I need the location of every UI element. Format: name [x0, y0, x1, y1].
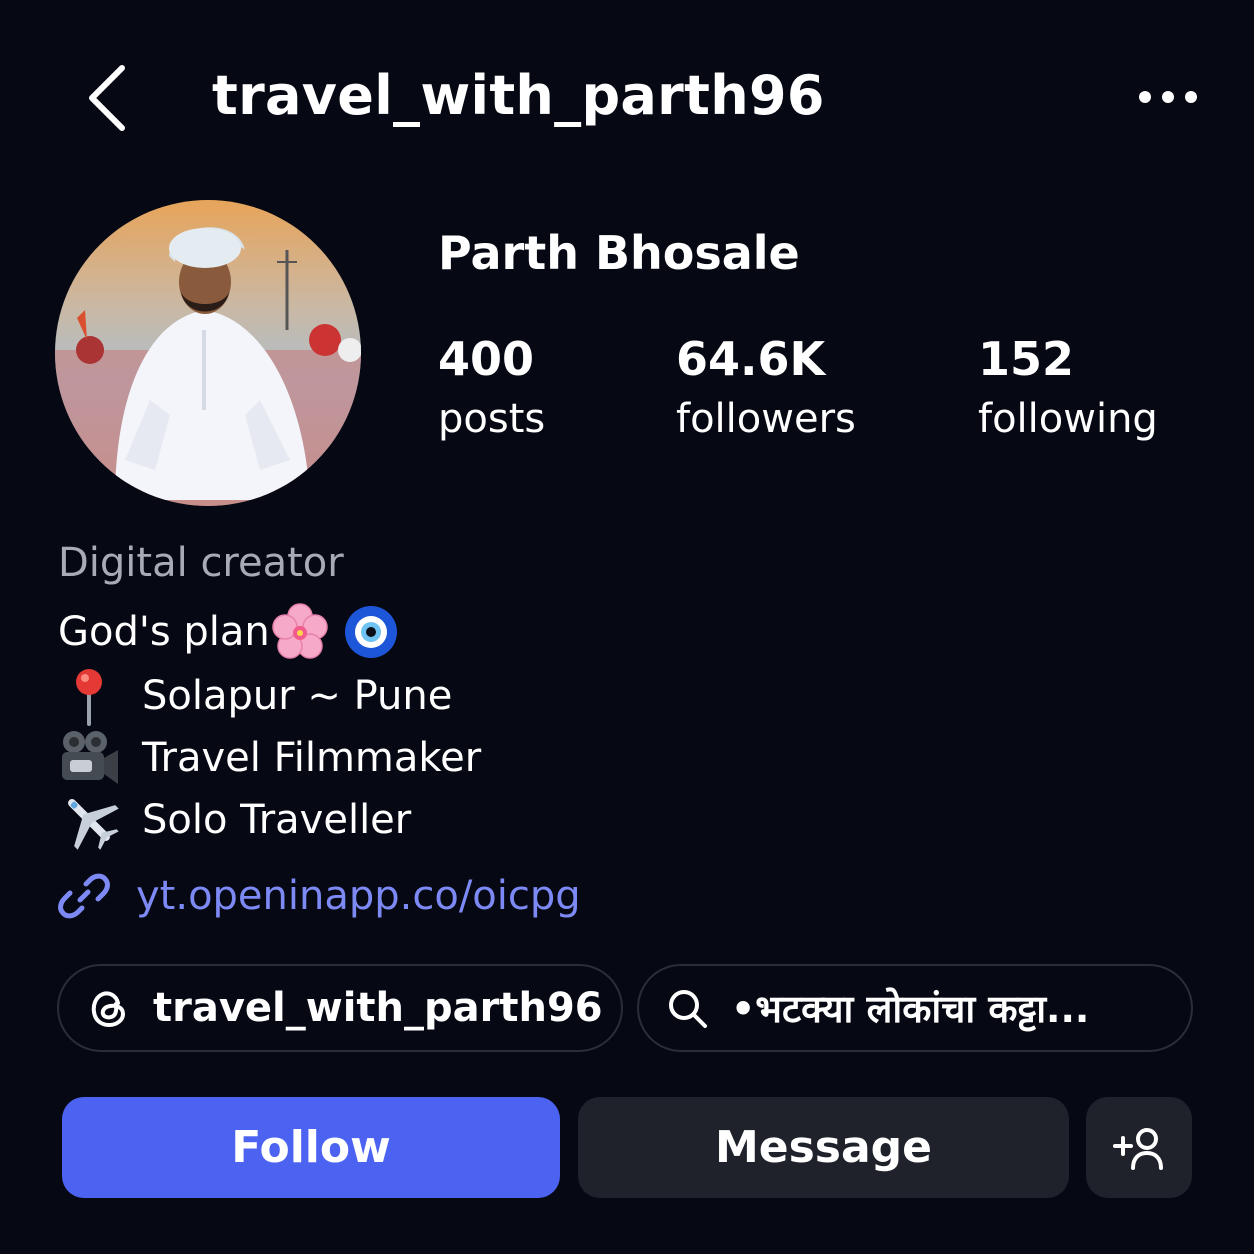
- message-button[interactable]: Message: [578, 1097, 1069, 1198]
- bio-text: Solapur ~ Pune: [142, 673, 453, 719]
- profile-category: Digital creator: [58, 540, 344, 586]
- profile-username: travel_with_parth96: [212, 64, 825, 127]
- chevron-left-icon[interactable]: [82, 62, 138, 134]
- threads-profile-pill[interactable]: travel_with_parth96: [57, 964, 623, 1052]
- more-horizontal-icon[interactable]: [1136, 84, 1200, 110]
- link-icon: [58, 873, 110, 919]
- community-name: •भटक्या लोकांचा कट्टा...: [731, 987, 1090, 1031]
- following-label: following: [978, 396, 1158, 442]
- follow-button[interactable]: Follow: [62, 1097, 560, 1198]
- cherry-blossom-icon: [272, 603, 328, 659]
- bio-line: Solapur ~ Pune: [58, 666, 452, 726]
- display-name: Parth Bhosale: [438, 226, 800, 280]
- link-url[interactable]: yt.openinapp.co/oicpg: [136, 873, 581, 919]
- profile-screen: travel_with_parth96 Parth Bhosale 400 po…: [0, 0, 1254, 1254]
- avatar[interactable]: [55, 200, 361, 506]
- community-search-pill[interactable]: •भटक्या लोकांचा कट्टा...: [637, 964, 1193, 1052]
- airplane-icon: [68, 799, 119, 850]
- threads-username: travel_with_parth96: [153, 985, 603, 1031]
- posts-count: 400: [438, 332, 535, 386]
- bio-text: Travel Filmmaker: [142, 735, 482, 781]
- bio-line: Solo Traveller: [58, 790, 411, 850]
- add-person-icon: [1113, 1127, 1163, 1170]
- following-count: 152: [978, 332, 1075, 386]
- suggest-people-button[interactable]: [1086, 1097, 1192, 1198]
- bio-line: Travel Filmmaker: [58, 728, 481, 788]
- threads-icon: [91, 991, 126, 1028]
- movie-camera-icon: [62, 731, 118, 784]
- nazar-amulet-icon: [344, 606, 397, 658]
- followers-stat[interactable]: 64.6K followers: [676, 330, 856, 450]
- search-icon: [669, 990, 707, 1028]
- following-stat[interactable]: 152 following: [978, 330, 1158, 450]
- bio-line: God's plan: [58, 602, 400, 662]
- followers-count: 64.6K: [676, 332, 826, 386]
- round-pushpin-icon: [76, 669, 102, 726]
- followers-label: followers: [676, 396, 856, 442]
- bio-text: Solo Traveller: [142, 797, 412, 843]
- profile-link[interactable]: yt.openinapp.co/oicpg: [58, 866, 581, 926]
- posts-stat[interactable]: 400 posts: [438, 330, 545, 450]
- posts-label: posts: [438, 396, 546, 442]
- bio-text: God's plan: [58, 609, 270, 655]
